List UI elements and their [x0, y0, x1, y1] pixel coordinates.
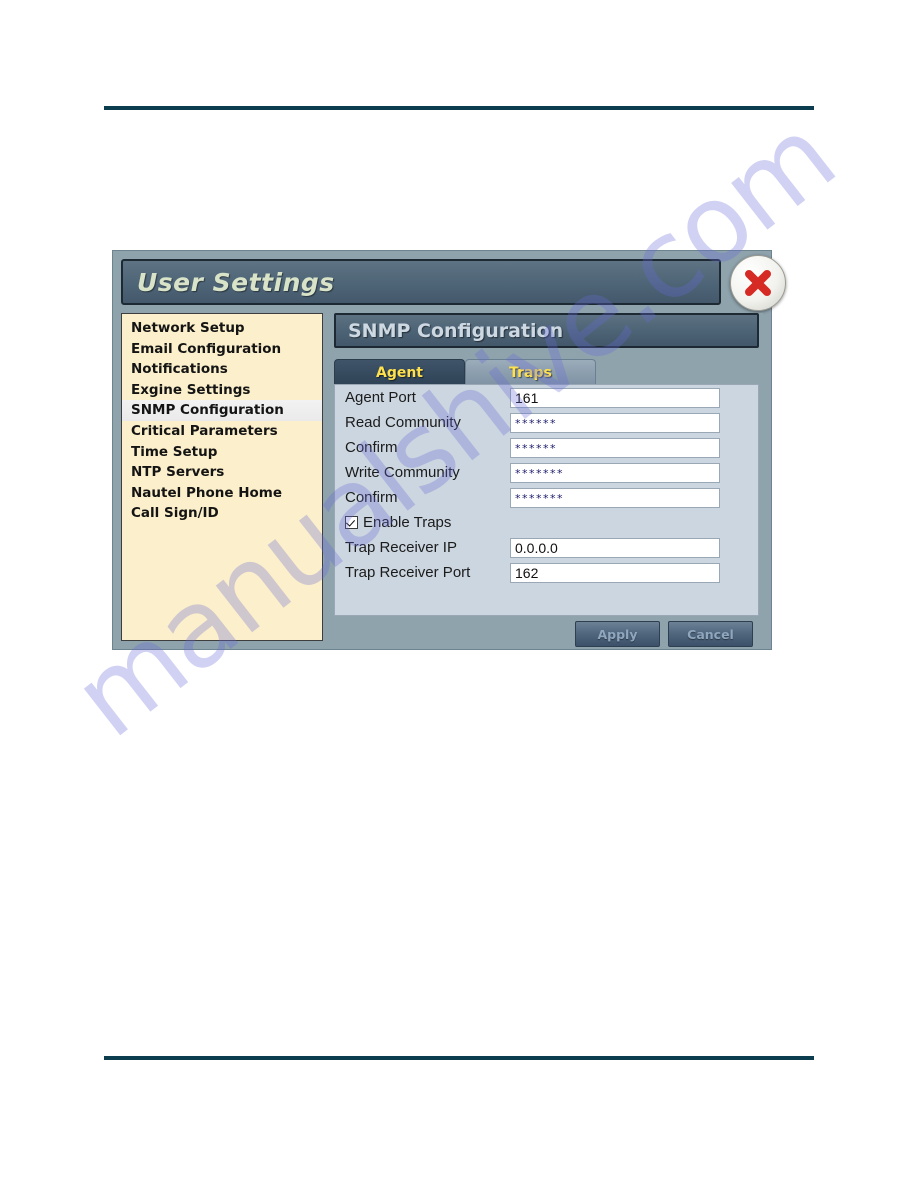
tab-traps[interactable]: Traps: [465, 359, 596, 385]
section-title: SNMP Configuration: [348, 319, 564, 342]
read-community-confirm-input[interactable]: ******: [510, 437, 720, 458]
field-row-agent-port: Agent Port 161: [335, 385, 758, 410]
write-community-input[interactable]: *******: [510, 462, 720, 483]
sidebar-item-critical-parameters[interactable]: Critical Parameters: [122, 421, 322, 442]
page-rule-bottom: [104, 1056, 814, 1060]
dialog-titlebar: User Settings: [121, 259, 721, 305]
trap-receiver-ip-input[interactable]: 0.0.0.0: [510, 537, 720, 558]
read-community-label: Read Community: [345, 414, 461, 431]
sidebar-item-email-configuration[interactable]: Email Configuration: [122, 339, 322, 360]
field-row-enable-traps: Enable Traps: [335, 510, 758, 535]
enable-traps-label: Enable Traps: [363, 514, 452, 531]
write-community-confirm-input[interactable]: *******: [510, 487, 720, 508]
field-row-read-community-confirm: Confirm ******: [335, 435, 758, 460]
close-x-icon: [741, 266, 775, 300]
apply-button[interactable]: Apply: [575, 621, 660, 647]
sidebar-item-nautel-phone-home[interactable]: Nautel Phone Home: [122, 483, 322, 504]
close-button[interactable]: [730, 255, 786, 311]
settings-content-panel: SNMP Configuration Agent Traps Agent Por…: [331, 313, 763, 647]
field-row-write-community: Write Community *******: [335, 460, 758, 485]
dialog-title: User Settings: [137, 267, 335, 297]
trap-receiver-port-label: Trap Receiver Port: [345, 564, 471, 581]
write-community-label: Write Community: [345, 464, 460, 481]
user-settings-dialog: User Settings Network Setup Email Config…: [112, 250, 786, 650]
sidebar-item-snmp-configuration[interactable]: SNMP Configuration: [122, 400, 322, 421]
field-row-write-community-confirm: Confirm *******: [335, 485, 758, 510]
settings-sidebar: Network Setup Email Configuration Notifi…: [121, 313, 323, 641]
trap-receiver-ip-label: Trap Receiver IP: [345, 539, 457, 556]
read-community-input[interactable]: ******: [510, 412, 720, 433]
trap-receiver-port-input[interactable]: 162: [510, 562, 720, 583]
agent-form-panel: Agent Port 161 Read Community ****** Con…: [334, 384, 759, 616]
tab-agent[interactable]: Agent: [334, 359, 465, 385]
agent-port-label: Agent Port: [345, 389, 416, 406]
field-row-trap-receiver-ip: Trap Receiver IP 0.0.0.0: [335, 535, 758, 560]
enable-traps-checkbox[interactable]: [345, 516, 358, 529]
write-community-confirm-label: Confirm: [345, 489, 398, 506]
section-header: SNMP Configuration: [334, 313, 759, 348]
sidebar-item-time-setup[interactable]: Time Setup: [122, 442, 322, 463]
read-community-confirm-label: Confirm: [345, 439, 398, 456]
sidebar-item-network-setup[interactable]: Network Setup: [122, 318, 322, 339]
sidebar-item-notifications[interactable]: Notifications: [122, 359, 322, 380]
agent-port-input[interactable]: 161: [510, 387, 720, 408]
sidebar-item-exgine-settings[interactable]: Exgine Settings: [122, 380, 322, 401]
sidebar-item-call-sign-id[interactable]: Call Sign/ID: [122, 503, 322, 524]
field-row-trap-receiver-port: Trap Receiver Port 162: [335, 560, 758, 585]
dialog-body: Network Setup Email Configuration Notifi…: [121, 313, 763, 647]
tabstrip: Agent Traps: [334, 359, 596, 385]
field-row-read-community: Read Community ******: [335, 410, 758, 435]
page-rule-top: [104, 106, 814, 110]
sidebar-item-ntp-servers[interactable]: NTP Servers: [122, 462, 322, 483]
cancel-button[interactable]: Cancel: [668, 621, 753, 647]
action-bar: Apply Cancel: [334, 621, 759, 647]
